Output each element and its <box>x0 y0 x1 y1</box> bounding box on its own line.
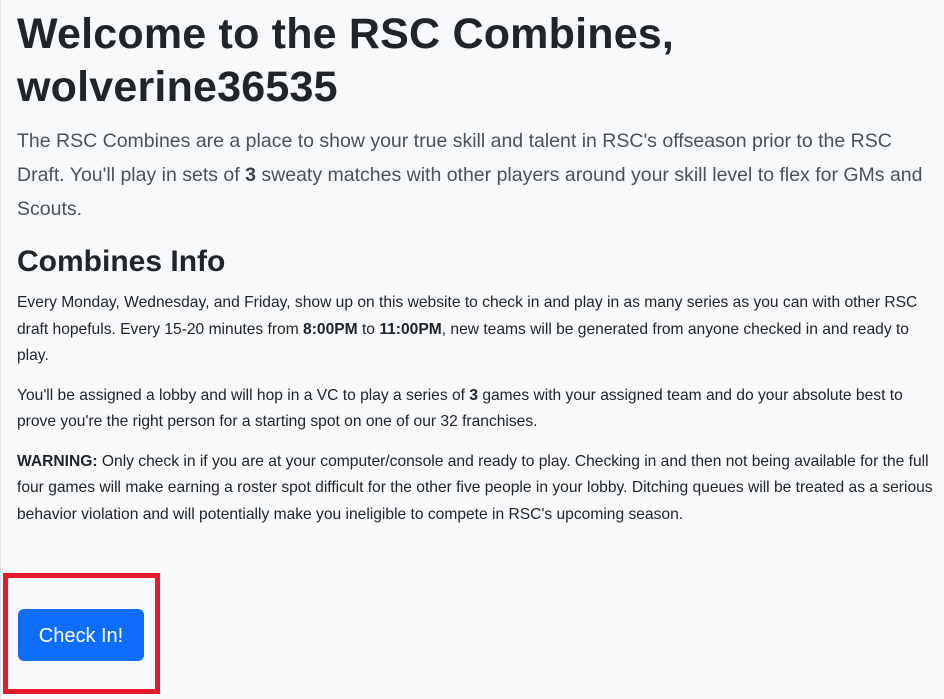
page-title: Welcome to the RSC Combines, wolverine36… <box>17 8 937 114</box>
lobby-text-1: You'll be assigned a lobby and will hop … <box>17 386 470 404</box>
schedule-text-to: to <box>357 320 380 338</box>
lobby-game-count: 3 <box>469 386 478 404</box>
page-title-line1: Welcome to the RSC Combines, <box>17 10 675 58</box>
lobby-paragraph: You'll be assigned a lobby and will hop … <box>17 383 937 436</box>
check-in-button[interactable]: Check In! <box>18 609 144 661</box>
page-container: Welcome to the RSC Combines, wolverine36… <box>0 0 944 699</box>
intro-match-count: 3 <box>245 164 256 186</box>
end-time: 11:00PM <box>379 320 442 338</box>
page-title-username: wolverine36535 <box>17 63 338 111</box>
section-heading: Combines Info <box>17 245 226 278</box>
intro-paragraph: The RSC Combines are a place to show you… <box>17 124 937 226</box>
main-content: Welcome to the RSC Combines, wolverine36… <box>17 8 937 541</box>
schedule-paragraph: Every Monday, Wednesday, and Friday, sho… <box>17 290 937 370</box>
start-time: 8:00PM <box>303 320 358 338</box>
warning-paragraph: WARNING: Only check in if you are at you… <box>17 449 937 529</box>
warning-label: WARNING: <box>17 452 98 470</box>
warning-text: Only check in if you are at your compute… <box>17 452 933 523</box>
